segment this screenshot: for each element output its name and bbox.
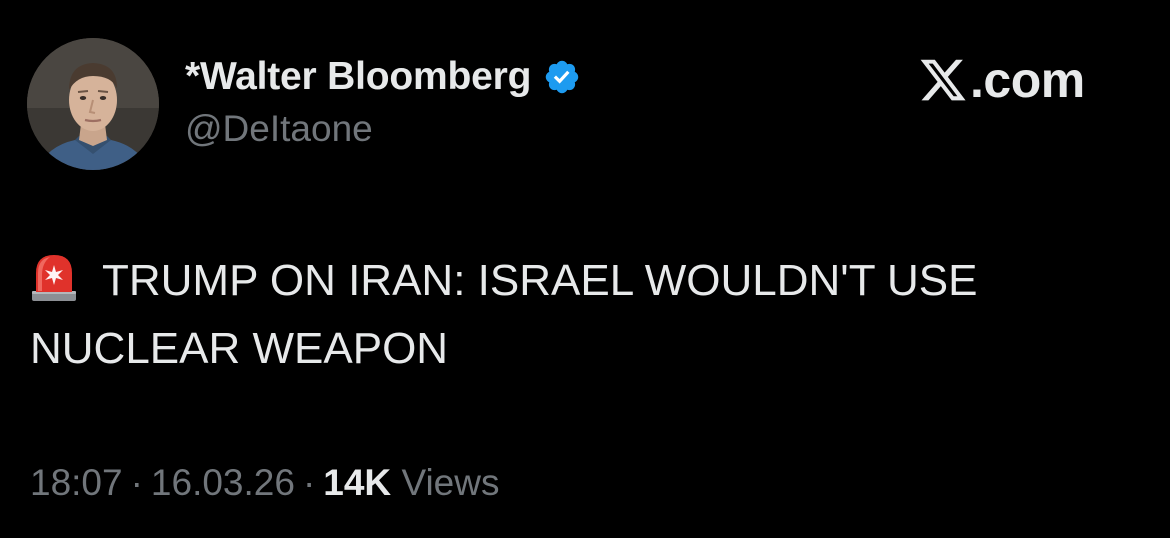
tweet-line-2: NUCLEAR WEAPON [30,324,449,373]
verified-badge-icon [543,58,581,96]
tweet-metadata: 18:07 · 16.03.26 · 14K Views [30,462,499,504]
x-logo-icon [918,55,968,105]
avatar-portrait [27,38,159,170]
views-label: Views [401,462,500,503]
tweet-time[interactable]: 18:07 [30,462,123,503]
siren-icon [30,251,78,303]
author-handle[interactable]: @DeItaone [185,108,373,150]
author-name-row[interactable]: *Walter Bloomberg [185,52,581,102]
tweet-date[interactable]: 16.03.26 [151,462,295,503]
views-count[interactable]: 14K [323,462,391,503]
meta-separator: · [130,462,143,503]
author-display-name[interactable]: *Walter Bloomberg [185,55,531,99]
meta-separator: · [302,462,316,503]
tweet-line-1: TRUMP ON IRAN: ISRAEL WOULDN'T USE [102,256,978,305]
brand-domain-text: .com [970,52,1085,108]
tweet-body: TRUMP ON IRAN: ISRAEL WOULDN'T USE NUCLE… [30,247,1130,383]
brand-logo: .com [918,50,1085,110]
avatar[interactable] [27,38,159,170]
